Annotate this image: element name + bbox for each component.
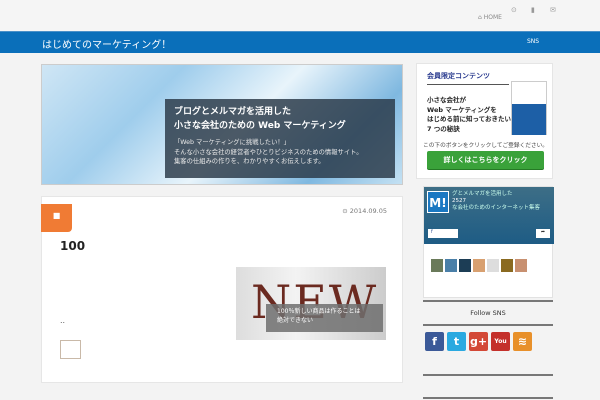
google-plus-icon[interactable]: g+ xyxy=(469,332,488,351)
page-name-line: な会社のためのインターネット集客 xyxy=(452,205,541,211)
follow-sns-title: Follow SNS xyxy=(470,309,506,317)
facebook-like-button[interactable]: f xyxy=(428,229,458,238)
ebook-cover-band xyxy=(512,104,546,135)
widget-body: 小さな会社が Web マーケティングを はじめる前に知っておきたい 7 つの秘訣 xyxy=(427,96,511,134)
body-line: Web マーケティングを xyxy=(427,105,497,114)
post-thumbnail[interactable]: NEW 100％新しい商品は作ることは 絶対できない xyxy=(236,267,386,340)
nav-bar: はじめてのマーケティング！ SNS xyxy=(0,31,600,53)
hero-description: 「Web マーケティングに挑戦したい！」 そんな小さな会社の経営者やひとりビジネ… xyxy=(174,138,386,167)
hero-banner: ブログとメルマガを活用した 小さな会社のための Web マーケティング 「Web… xyxy=(41,64,403,185)
hero-desc-line: 集客の仕組みの作りを、わかりやすくお伝えします。 xyxy=(174,158,325,165)
folder-icon[interactable]: ■ xyxy=(41,204,72,232)
divider xyxy=(423,324,553,326)
hero-desc-line: 「Web マーケティングに挑戦したい！」 xyxy=(174,139,290,146)
fan-avatar[interactable] xyxy=(515,259,527,272)
fan-avatar[interactable] xyxy=(445,259,457,272)
caption-line: 絶対できない xyxy=(277,317,314,324)
divider xyxy=(423,397,553,399)
divider xyxy=(423,374,553,376)
thumbnail-caption: 100％新しい商品は作ることは 絶対できない xyxy=(266,304,383,332)
page-name[interactable]: グとメルマガを活用した 2527 な会社のためのインターネット集客 xyxy=(452,191,540,212)
hero-desc-line: そんな小さな会社の経営者やひとりビジネスのための情報サイト。 xyxy=(174,148,363,156)
like-count: 2527 xyxy=(452,198,466,204)
youtube-icon[interactable]: You xyxy=(491,332,510,351)
body-line: 小さな会社が xyxy=(427,96,466,104)
home-label: HOME xyxy=(483,14,502,21)
rss-icon[interactable]: ≋ xyxy=(513,332,532,351)
members-widget: 会員限定コンテンツ 小さな会社が Web マーケティングを はじめる前に知ってお… xyxy=(416,63,553,179)
home-link[interactable]: ⌂ HOME xyxy=(478,14,502,21)
post-date: ⊙ 2014.09.05 xyxy=(342,207,387,215)
mail-icon[interactable]: ✉ xyxy=(550,6,556,14)
ebook-cover-image xyxy=(511,81,547,135)
page-logo[interactable]: M! xyxy=(427,191,449,213)
divider xyxy=(423,300,553,302)
post-card: ■ ⊙ 2014.09.05 100 NEW 100％新しい商品は作ることは 絶… xyxy=(41,196,403,383)
widget-note: この下のボタンをクリックしてご登録ください。 xyxy=(423,143,548,149)
body-line: 7 つの秘訣 xyxy=(427,124,460,133)
post-excerpt: .. xyxy=(60,316,66,325)
hero-title: ブログとメルマガを活用した 小さな会社のための Web マーケティング xyxy=(174,105,386,133)
site-title[interactable]: はじめてのマーケティング！ xyxy=(42,36,171,51)
body-line: はじめる前に知っておきたい xyxy=(427,115,511,123)
hero-title-line: 小さな会社のための Web マーケティング xyxy=(174,121,346,131)
bookmark-icon[interactable]: ▮ xyxy=(531,6,535,14)
caption-line: 100％新しい商品は作ることは xyxy=(277,308,361,315)
nav-item-sns[interactable]: SNS xyxy=(527,38,539,45)
facebook-page-widget: M! グとメルマガを活用した 2527 な会社のためのインターネット集客 f ➦ xyxy=(423,186,554,298)
post-date-text: 2014.09.05 xyxy=(349,207,387,215)
fan-avatar[interactable] xyxy=(501,259,513,272)
hero-title-line: ブログとメルマガを活用した xyxy=(174,107,292,117)
page-name-line: グとメルマガを活用した xyxy=(452,191,513,197)
facebook-cover[interactable]: M! グとメルマガを活用した 2527 な会社のためのインターネット集客 f ➦ xyxy=(424,187,554,244)
read-more-button[interactable] xyxy=(60,340,81,359)
top-bar: ⊙ ▮ ✉ ⌂ HOME xyxy=(0,0,600,31)
facebook-icon[interactable]: f xyxy=(425,332,444,351)
fan-avatar[interactable] xyxy=(473,259,485,272)
share-icon[interactable]: ➦ xyxy=(536,229,550,238)
twitter-icon[interactable]: t xyxy=(447,332,466,351)
post-title[interactable]: 100 xyxy=(60,239,85,253)
fan-avatar[interactable] xyxy=(459,259,471,272)
fan-avatar[interactable] xyxy=(431,259,443,272)
widget-heading: 会員限定コンテンツ xyxy=(427,71,509,85)
fan-avatar[interactable] xyxy=(487,259,499,272)
details-button[interactable]: 詳しくはこちらをクリック xyxy=(427,151,544,169)
clock-icon[interactable]: ⊙ xyxy=(511,6,517,14)
hero-caption: ブログとメルマガを活用した 小さな会社のための Web マーケティング 「Web… xyxy=(165,99,395,178)
